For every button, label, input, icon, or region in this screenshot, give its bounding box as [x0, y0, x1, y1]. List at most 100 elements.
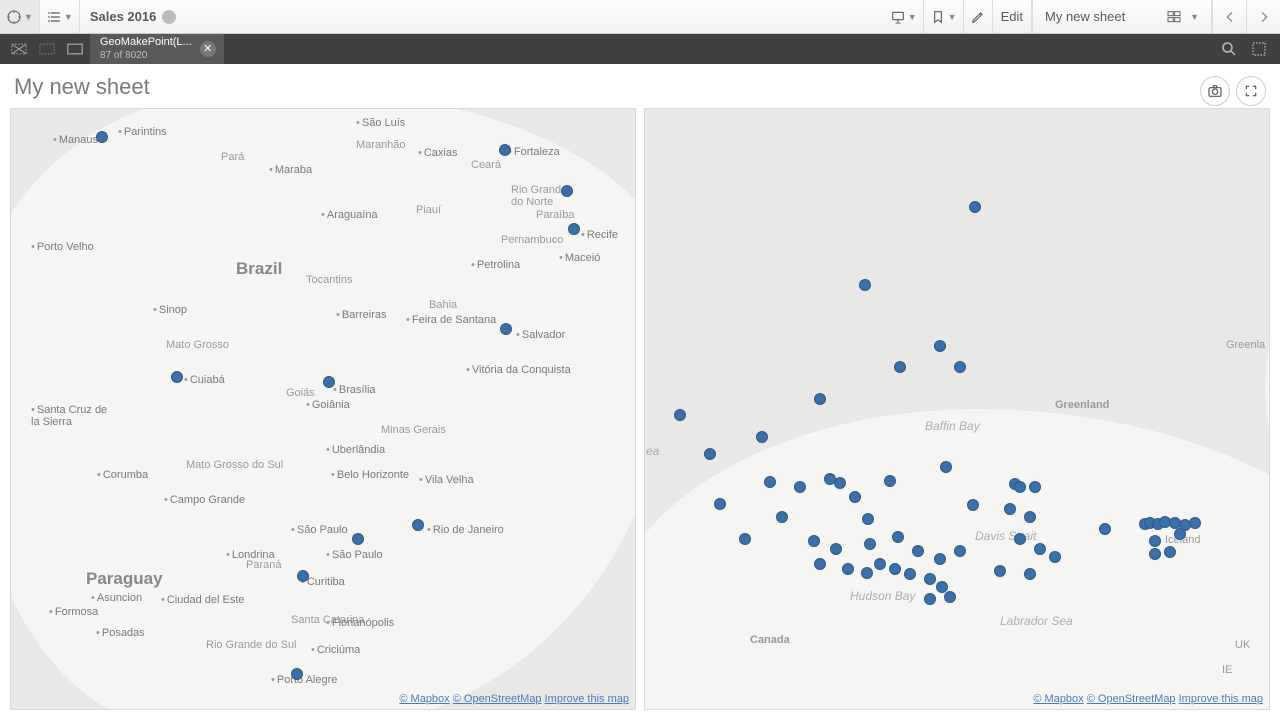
global-menu-button[interactable]: ▼	[40, 0, 80, 33]
data-point[interactable]	[862, 513, 874, 525]
data-point[interactable]	[561, 185, 573, 197]
data-point[interactable]	[714, 498, 726, 510]
data-point[interactable]	[834, 477, 846, 489]
data-point[interactable]	[969, 201, 981, 213]
city-label: Sinop	[153, 304, 187, 316]
data-point[interactable]	[1004, 503, 1016, 515]
data-point[interactable]	[889, 563, 901, 575]
data-point[interactable]	[1149, 535, 1161, 547]
mapbox-link[interactable]: © Mapbox	[399, 693, 449, 705]
osm-link[interactable]: © OpenStreetMap	[1087, 693, 1176, 705]
next-sheet-button[interactable]	[1246, 0, 1280, 33]
data-point[interactable]	[323, 376, 335, 388]
city-label: Porto Alegre	[271, 674, 337, 686]
bookmarks-button[interactable]: ▼	[924, 0, 964, 33]
data-point[interactable]	[739, 533, 751, 545]
nav-menu-button[interactable]: ▼	[0, 0, 40, 33]
data-point[interactable]	[1099, 523, 1111, 535]
data-point[interactable]	[808, 535, 820, 547]
data-point[interactable]	[1034, 543, 1046, 555]
data-point[interactable]	[352, 533, 364, 545]
data-point[interactable]	[874, 558, 886, 570]
data-point[interactable]	[96, 131, 108, 143]
data-point[interactable]	[842, 563, 854, 575]
data-point[interactable]	[499, 144, 511, 156]
data-point[interactable]	[924, 573, 936, 585]
city-label: Parintins	[118, 126, 167, 138]
data-point[interactable]	[849, 491, 861, 503]
data-point[interactable]	[814, 393, 826, 405]
data-point[interactable]	[954, 361, 966, 373]
osm-link[interactable]: © OpenStreetMap	[453, 693, 542, 705]
data-point[interactable]	[994, 565, 1006, 577]
map-chart-right[interactable]: © Mapbox © OpenStreetMap Improve this ma…	[644, 108, 1270, 710]
data-point[interactable]	[861, 567, 873, 579]
selections-tool-button[interactable]	[1244, 37, 1274, 61]
edit-pencil-button[interactable]	[964, 0, 993, 33]
data-point[interactable]	[912, 545, 924, 557]
data-point[interactable]	[500, 323, 512, 335]
data-point[interactable]	[794, 481, 806, 493]
search-button[interactable]	[1214, 37, 1244, 61]
improve-link[interactable]: Improve this map	[545, 693, 629, 705]
sheet-selector[interactable]: My new sheet ▼	[1032, 0, 1212, 33]
data-point[interactable]	[704, 448, 716, 460]
data-point[interactable]	[904, 568, 916, 580]
data-point[interactable]	[674, 409, 686, 421]
map-chart-left[interactable]: © Mapbox © OpenStreetMap Improve this ma…	[10, 108, 636, 710]
data-point[interactable]	[1149, 548, 1161, 560]
data-point[interactable]	[924, 593, 936, 605]
prev-sheet-button[interactable]	[1212, 0, 1246, 33]
clear-all-button[interactable]	[62, 37, 88, 61]
snapshot-button[interactable]	[1200, 76, 1230, 106]
data-point[interactable]	[940, 461, 952, 473]
city-label: Caxias	[418, 147, 457, 159]
data-point[interactable]	[944, 591, 956, 603]
improve-link[interactable]: Improve this map	[1179, 693, 1263, 705]
edit-button[interactable]: Edit	[993, 0, 1032, 33]
data-point[interactable]	[1174, 528, 1186, 540]
data-point[interactable]	[884, 475, 896, 487]
chevron-down-icon: ▼	[908, 12, 917, 22]
chevron-down-icon: ▼	[24, 12, 33, 22]
data-point[interactable]	[1189, 517, 1201, 529]
clear-selection-button[interactable]: ✕	[200, 41, 216, 57]
data-point[interactable]	[297, 570, 309, 582]
fullscreen-button[interactable]	[1236, 76, 1266, 106]
data-point[interactable]	[764, 476, 776, 488]
data-point[interactable]	[894, 361, 906, 373]
data-point[interactable]	[934, 553, 946, 565]
city-label: Vila Velha	[419, 474, 474, 486]
data-point[interactable]	[776, 511, 788, 523]
data-point[interactable]	[1014, 533, 1026, 545]
region-label: Pará	[221, 151, 244, 163]
data-point[interactable]	[568, 223, 580, 235]
step-fwd-button[interactable]	[34, 37, 60, 61]
data-point[interactable]	[1049, 551, 1061, 563]
data-point[interactable]	[892, 531, 904, 543]
data-point[interactable]	[291, 668, 303, 680]
step-back-button[interactable]	[6, 37, 32, 61]
data-point[interactable]	[1024, 511, 1036, 523]
data-point[interactable]	[859, 279, 871, 291]
data-point[interactable]	[1024, 568, 1036, 580]
story-button[interactable]: ▼	[884, 0, 924, 33]
top-toolbar: ▼ ▼ Sales 2016 ▼ ▼ Edit My new sheet ▼	[0, 0, 1280, 34]
data-point[interactable]	[412, 519, 424, 531]
mapbox-link[interactable]: © Mapbox	[1033, 693, 1083, 705]
city-label: Porto Velho	[31, 241, 94, 253]
data-point[interactable]	[967, 499, 979, 511]
data-point[interactable]	[1164, 546, 1176, 558]
data-point[interactable]	[814, 558, 826, 570]
data-point[interactable]	[171, 371, 183, 383]
data-point[interactable]	[1014, 481, 1026, 493]
selection-chip[interactable]: GeoMakePoint(L... 87 of 8020 ✕	[90, 34, 224, 64]
data-point[interactable]	[934, 340, 946, 352]
map-label: Labrador Sea	[1000, 614, 1073, 628]
data-point[interactable]	[756, 431, 768, 443]
data-point[interactable]	[864, 538, 876, 550]
data-point[interactable]	[954, 545, 966, 557]
data-point[interactable]	[1029, 481, 1041, 493]
map-label: Greenland	[1055, 399, 1109, 411]
data-point[interactable]	[830, 543, 842, 555]
